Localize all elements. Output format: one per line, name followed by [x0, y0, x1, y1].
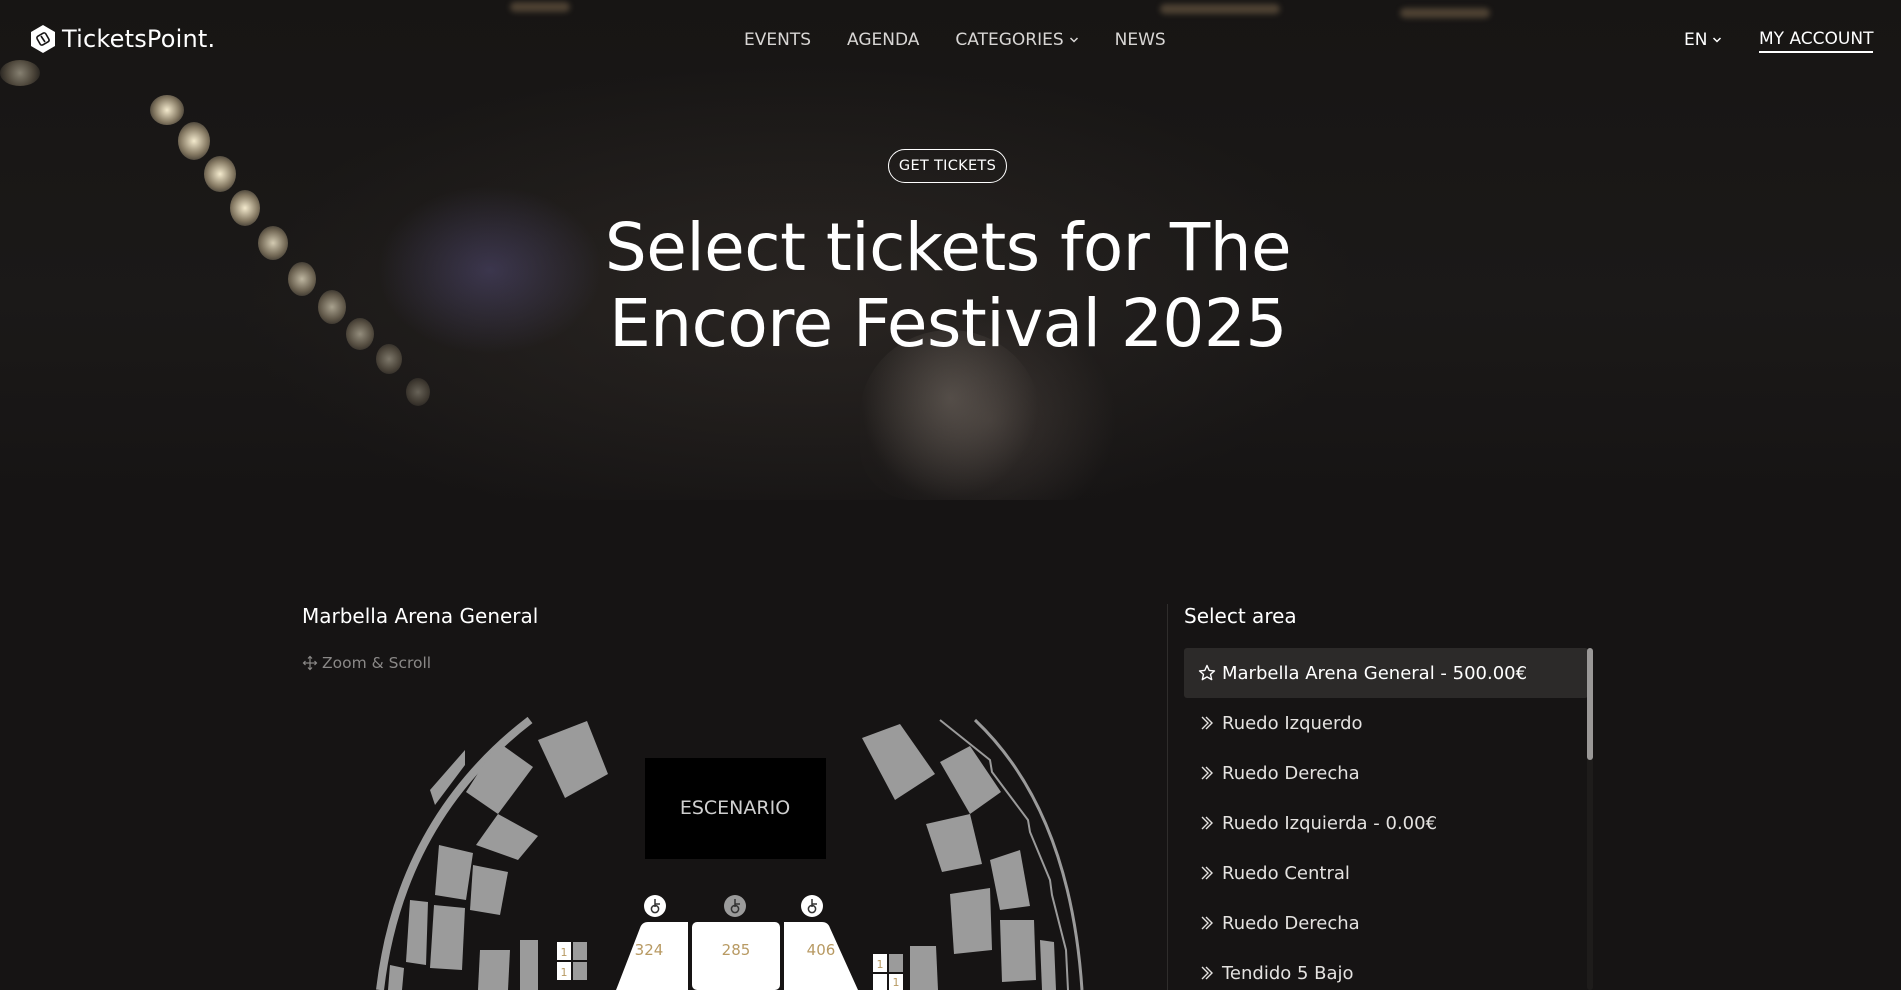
- bokeh-light: [178, 122, 210, 160]
- seat-block[interactable]: [430, 905, 465, 970]
- select-area-title: Select area: [1184, 604, 1297, 628]
- seat-block[interactable]: [926, 814, 982, 872]
- logo-text: TicketsPoint.: [62, 25, 216, 53]
- get-tickets-badge: GET TICKETS: [888, 149, 1007, 183]
- bokeh-light: [150, 95, 184, 125]
- bokeh-light: [230, 190, 260, 226]
- section-divider: [1167, 604, 1168, 990]
- area-item-label: Ruedo Izquerdo: [1222, 712, 1363, 734]
- side-box[interactable]: [873, 974, 887, 990]
- language-selector[interactable]: EN: [1684, 30, 1722, 50]
- stage-label: ESCENARIO: [680, 797, 790, 819]
- nav-news[interactable]: NEWS: [1115, 30, 1166, 50]
- seat-block[interactable]: [478, 950, 510, 990]
- seat-block[interactable]: [388, 965, 404, 990]
- site-header: TicketsPoint. EVENTS AGENDA CATEGORIES N…: [0, 0, 1901, 82]
- side-box[interactable]: [573, 942, 587, 960]
- seat-block[interactable]: [476, 814, 538, 860]
- area-item-label: Ruedo Izquierda - 0.00€: [1222, 812, 1438, 834]
- bokeh-light: [346, 318, 374, 350]
- seat-block[interactable]: [1040, 940, 1056, 990]
- area-item-ruedo-izquerdo[interactable]: Ruedo Izquerdo: [1184, 698, 1588, 748]
- bokeh-light: [376, 344, 402, 374]
- area-list: Marbella Arena General - 500.00€ Ruedo I…: [1184, 648, 1588, 990]
- seat-block[interactable]: [470, 865, 508, 915]
- area-item-ruedo-derecha-2[interactable]: Ruedo Derecha: [1184, 898, 1588, 948]
- area-item-ruedo-derecha[interactable]: Ruedo Derecha: [1184, 748, 1588, 798]
- bokeh-light: [406, 378, 430, 406]
- section-number: 406: [807, 941, 836, 959]
- title-line-2: Encore Festival 2025: [609, 285, 1287, 362]
- double-chevron-right-icon: [1201, 866, 1213, 880]
- side-box-label: 1: [561, 946, 568, 959]
- area-item-label: Ruedo Derecha: [1222, 912, 1360, 934]
- language-label: EN: [1684, 30, 1708, 50]
- seat-block[interactable]: [1000, 920, 1036, 982]
- area-item-label: Marbella Arena General - 500.00€: [1222, 662, 1528, 684]
- nav-label: EVENTS: [744, 30, 812, 50]
- seat-block[interactable]: [406, 900, 428, 965]
- seat-block[interactable]: [862, 724, 935, 800]
- side-box-label: 1: [893, 976, 900, 989]
- side-box-label: 1: [561, 966, 568, 979]
- right-seat-sections: [862, 724, 1056, 990]
- my-account-link[interactable]: MY ACCOUNT: [1759, 29, 1874, 53]
- area-list-scrollbar[interactable]: [1587, 648, 1593, 990]
- seat-block[interactable]: [430, 750, 465, 805]
- area-item-label: Ruedo Central: [1222, 862, 1350, 884]
- nav-categories[interactable]: CATEGORIES: [955, 30, 1078, 50]
- title-line-1: Select tickets for The: [604, 209, 1292, 286]
- seat-block[interactable]: [940, 746, 1001, 814]
- nav-agenda[interactable]: AGENDA: [847, 30, 919, 50]
- seat-map[interactable]: ESCENARIO 324 285 406 1 1 1 1: [370, 710, 1090, 990]
- zoom-hint-label: Zoom & Scroll: [322, 654, 432, 672]
- bokeh-light: [204, 156, 236, 192]
- star-icon: [1198, 664, 1216, 681]
- scrollbar-thumb[interactable]: [1587, 648, 1593, 760]
- double-chevron-right-icon: [1201, 766, 1213, 780]
- area-item-label: Ruedo Derecha: [1222, 762, 1360, 784]
- move-icon: [302, 655, 318, 671]
- chevron-down-icon: [1713, 37, 1722, 43]
- chevron-down-icon: [1069, 37, 1078, 43]
- area-item-marbella-arena-general[interactable]: Marbella Arena General - 500.00€: [1184, 648, 1588, 698]
- nav-label: CATEGORIES: [955, 30, 1064, 50]
- nav-label: NEWS: [1114, 30, 1166, 50]
- side-box[interactable]: [889, 954, 903, 972]
- logo-icon: [31, 25, 55, 53]
- venue-title: Marbella Arena General: [302, 604, 539, 628]
- double-chevron-right-icon: [1201, 916, 1213, 930]
- zoom-hint: Zoom & Scroll: [302, 654, 431, 672]
- logo[interactable]: TicketsPoint.: [30, 24, 215, 54]
- section-number: 324: [635, 941, 664, 959]
- double-chevron-right-icon: [1201, 816, 1213, 830]
- wheelchair-icons: [644, 895, 823, 917]
- seat-block[interactable]: [435, 845, 473, 900]
- page-title: Select tickets for The Encore Festival 2…: [520, 210, 1376, 362]
- double-chevron-right-icon: [1201, 716, 1213, 730]
- seat-block[interactable]: [520, 940, 538, 990]
- area-item-label: Tendido 5 Bajo: [1222, 962, 1354, 984]
- main-nav: EVENTS AGENDA CATEGORIES NEWS: [744, 30, 1166, 50]
- area-item-ruedo-izquierda[interactable]: Ruedo Izquierda - 0.00€: [1184, 798, 1588, 848]
- nav-events[interactable]: EVENTS: [744, 30, 811, 50]
- seat-block[interactable]: [466, 742, 533, 814]
- side-box-label: 1: [877, 958, 884, 971]
- bokeh-light: [318, 290, 346, 324]
- area-item-ruedo-central[interactable]: Ruedo Central: [1184, 848, 1588, 898]
- seat-block[interactable]: [950, 888, 992, 954]
- area-item-tendido-5-bajo[interactable]: Tendido 5 Bajo: [1184, 948, 1588, 990]
- section-number: 285: [722, 941, 751, 959]
- seat-block[interactable]: [990, 850, 1030, 910]
- bokeh-light: [258, 226, 288, 260]
- side-box[interactable]: [573, 962, 587, 980]
- double-chevron-right-icon: [1201, 966, 1213, 980]
- nav-label: AGENDA: [847, 30, 920, 50]
- seat-block[interactable]: [910, 946, 938, 990]
- seat-block[interactable]: [538, 721, 608, 798]
- bokeh-light: [288, 262, 316, 296]
